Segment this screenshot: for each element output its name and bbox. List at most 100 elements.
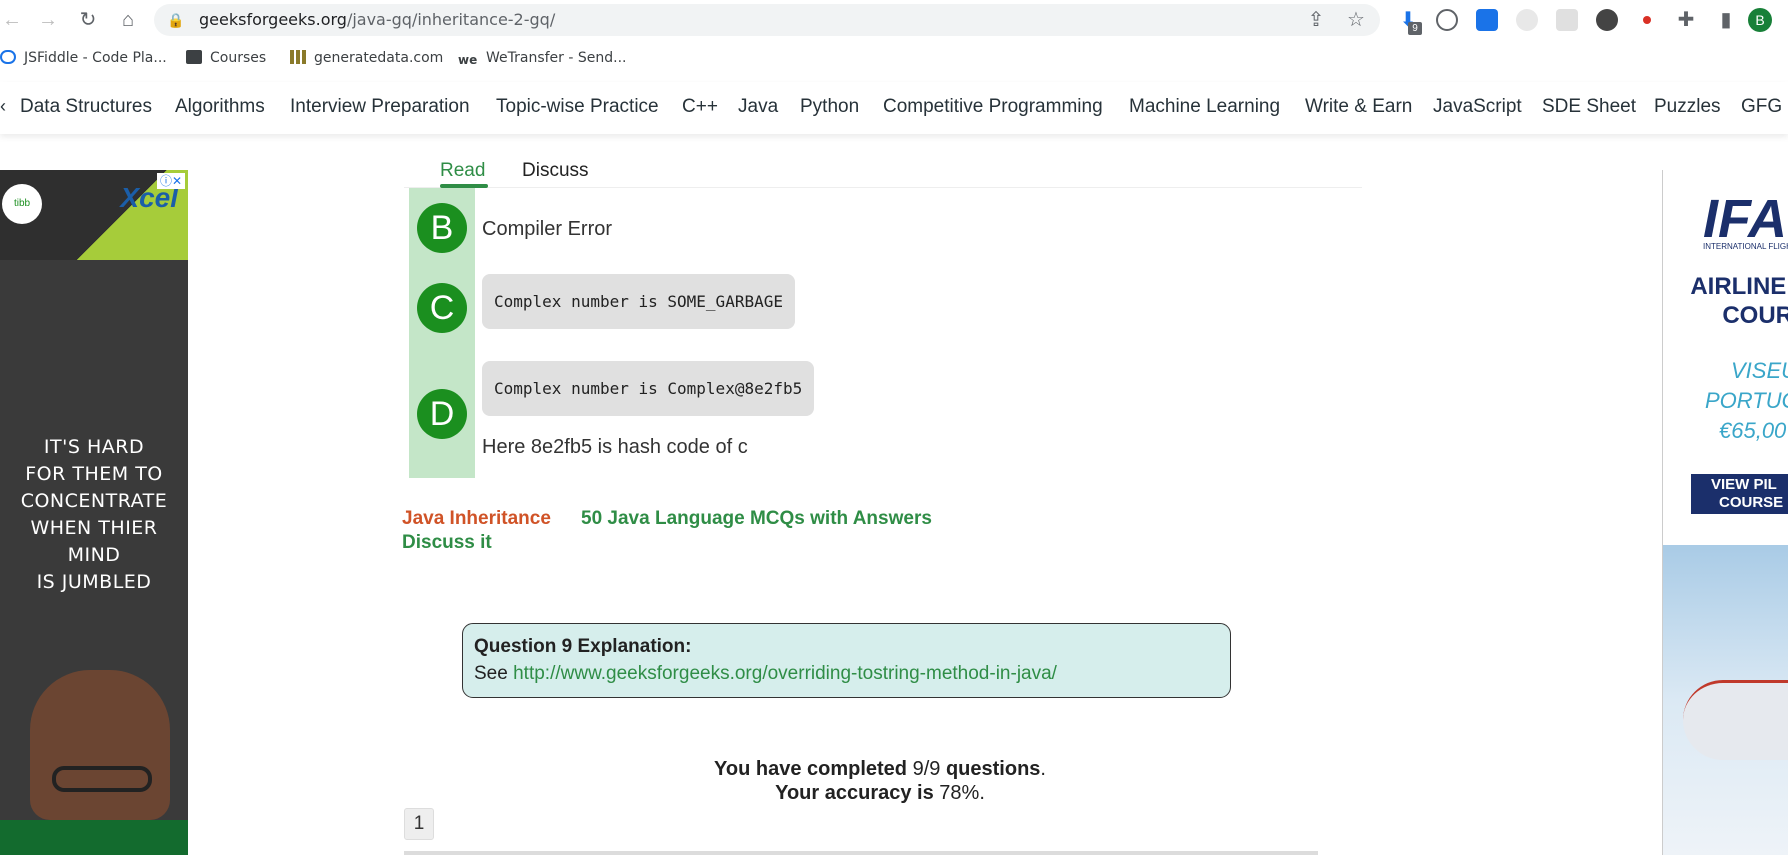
forward-icon[interactable]: → [36,8,60,32]
url-text[interactable]: geeksforgeeks.org/java-gq/inheritance-2-… [199,10,555,29]
nav-item[interactable]: C++ [682,96,718,118]
nav-item[interactable]: JavaScript [1433,96,1522,118]
page-button[interactable]: 1 [404,808,434,840]
ad-location-line: VISEU [1731,358,1788,383]
ad-slogan-line: WHEN THIER MIND [30,517,158,566]
nav-item[interactable]: Competitive Programming [883,96,1103,118]
tab-discuss[interactable]: Discuss [522,160,589,182]
ad-location-line: PORTUG [1705,388,1788,413]
explanation-title: Question 9 Explanation: [474,636,692,657]
explanation-link[interactable]: http://www.geeksforgeeks.org/overriding-… [513,663,1057,684]
ad-title-line: AIRLINE P [1690,273,1788,300]
bookmark-courses[interactable]: Courses [186,50,266,70]
option-c-code[interactable]: Complex number is SOME_GARBAGE [482,274,795,329]
extension-icon[interactable] [1516,9,1538,31]
tag-java-mcqs[interactable]: 50 Java Language MCQs with Answers [581,508,932,530]
puzzle-icon[interactable]: ✚ [1674,8,1698,32]
discuss-it-link[interactable]: Discuss it [402,532,492,554]
ad-slogan-line: CONCENTRATE [20,490,168,512]
nav-item[interactable]: Data Structures [20,96,152,118]
bookmark-wetransfer[interactable]: we WeTransfer - Send... [458,50,627,70]
nav-scroll-left-icon[interactable]: ‹ [0,96,6,117]
ad-logo-sub: INTERNATIONAL FLIGHT [1703,242,1788,251]
ad-location-line: €65,00 [1719,418,1787,443]
right-advertisement[interactable]: IFA INTERNATIONAL FLIGHT AIRLINE P COURS… [1662,170,1788,855]
ad-close-icon[interactable]: ⓘ✕ [157,173,185,189]
browser-toolbar: ← → ↻ ⌂ 🔒 geeksforgeeks.org/java-gq/inhe… [0,0,1788,40]
nav-item[interactable]: GFG S [1741,96,1788,118]
nav-item[interactable]: Algorithms [175,96,265,118]
explanation-prefix: See [474,663,508,684]
bookmark-label: generatedata.com [314,50,444,66]
lock-icon[interactable]: 🔒 [164,8,188,32]
option-d-note: Here 8e2fb5 is hash code of c [482,436,748,458]
share-icon[interactable]: ⇪ [1304,8,1328,32]
nav-item[interactable]: Write & Earn [1305,96,1412,118]
option-b-badge[interactable]: B [417,203,467,253]
nav-item[interactable]: Machine Learning [1129,96,1280,118]
nav-item[interactable]: Topic-wise Practice [496,96,659,118]
ad-slogan-line: FOR THEM TO [25,463,163,485]
tag-java-inheritance[interactable]: Java Inheritance [402,508,551,530]
nav-item[interactable]: SDE Sheet [1542,96,1636,118]
option-b-text[interactable]: Compiler Error [482,218,612,241]
site-nav: ‹ Data Structures Algorithms Interview P… [0,82,1788,134]
sidepanel-icon[interactable]: ▮ [1714,8,1738,32]
nav-item[interactable]: Python [800,96,859,118]
courses-icon [186,50,202,64]
completed-label: You have completed [714,758,908,780]
extension-icon[interactable] [1476,9,1498,31]
nav-item[interactable]: Puzzles [1654,96,1721,118]
quiz-result: You have completed 9/9 questions. Your a… [714,758,1046,804]
ad-button-line: COURSE [1719,494,1784,511]
nav-item[interactable]: Interview Preparation [290,96,470,118]
back-icon[interactable]: ← [0,8,24,32]
option-c-badge[interactable]: C [417,283,467,333]
url-domain: geeksforgeeks.org [199,10,347,29]
ad-footer-band [0,820,188,855]
accuracy-label: Your accuracy is [775,782,934,804]
extension-icon[interactable] [1556,9,1578,31]
ad-glasses-image [52,766,152,792]
cloud-icon [0,50,16,64]
bookmarks-bar: JSFiddle - Code Pla... Courses generated… [0,40,1788,80]
bookmark-label: WeTransfer - Send... [486,50,627,66]
ad-title: AIRLINE P COURS [1683,272,1788,330]
explanation-box: Question 9 Explanation: See http://www.g… [462,623,1231,698]
extension-icon[interactable] [1436,9,1458,31]
star-icon[interactable]: ☆ [1344,8,1368,32]
ad-slogan: IT'S HARD FOR THEM TO CONCENTRATE WHEN T… [4,434,184,596]
bookmark-label: Courses [210,50,267,66]
option-d-code[interactable]: Complex number is Complex@8e2fb5 [482,361,815,416]
ad-child-image [30,670,170,820]
option-d-badge[interactable]: D [417,389,467,439]
article-tabs: Read Discuss [404,140,1362,188]
ad-view-courses-button[interactable]: VIEW PIL COURSE [1691,474,1788,514]
tab-read[interactable]: Read [440,160,485,182]
ad-logo: tibb [2,184,42,224]
wetransfer-icon: we [458,53,478,67]
ad-slogan-line: IT'S HARD [43,436,145,458]
ad-location: VISEU PORTUG €65,00 [1703,356,1788,446]
generatedata-icon [290,50,306,64]
url-path: /java-gq/inheritance-2-gq/ [346,10,556,29]
ad-slogan-line: IS JUMBLED [36,571,152,593]
home-icon[interactable]: ⌂ [116,8,140,32]
nav-item[interactable]: Java [738,96,778,118]
questions-label: questions [945,758,1041,780]
bookmark-jsfiddle[interactable]: JSFiddle - Code Pla... [0,50,167,70]
left-advertisement[interactable]: tibb Xcel IT'S HARD FOR THEM TO CONCENTR… [0,170,188,855]
divider [404,851,1318,855]
completed-value: 9/9 [912,758,941,780]
reload-icon[interactable]: ↻ [76,8,100,32]
accuracy-value: 78% [939,782,980,804]
download-count-badge: 9 [1408,22,1422,35]
ad-title-line: COURS [1722,302,1788,329]
extension-icon[interactable] [1596,9,1618,31]
profile-avatar[interactable]: B [1748,8,1772,32]
bookmark-label: JSFiddle - Code Pla... [24,50,167,66]
bookmark-generatedata[interactable]: generatedata.com [290,50,443,70]
record-icon[interactable] [1636,9,1658,31]
ad-logo: IFA [1703,189,1788,249]
ad-button-line: VIEW PIL [1711,476,1777,493]
